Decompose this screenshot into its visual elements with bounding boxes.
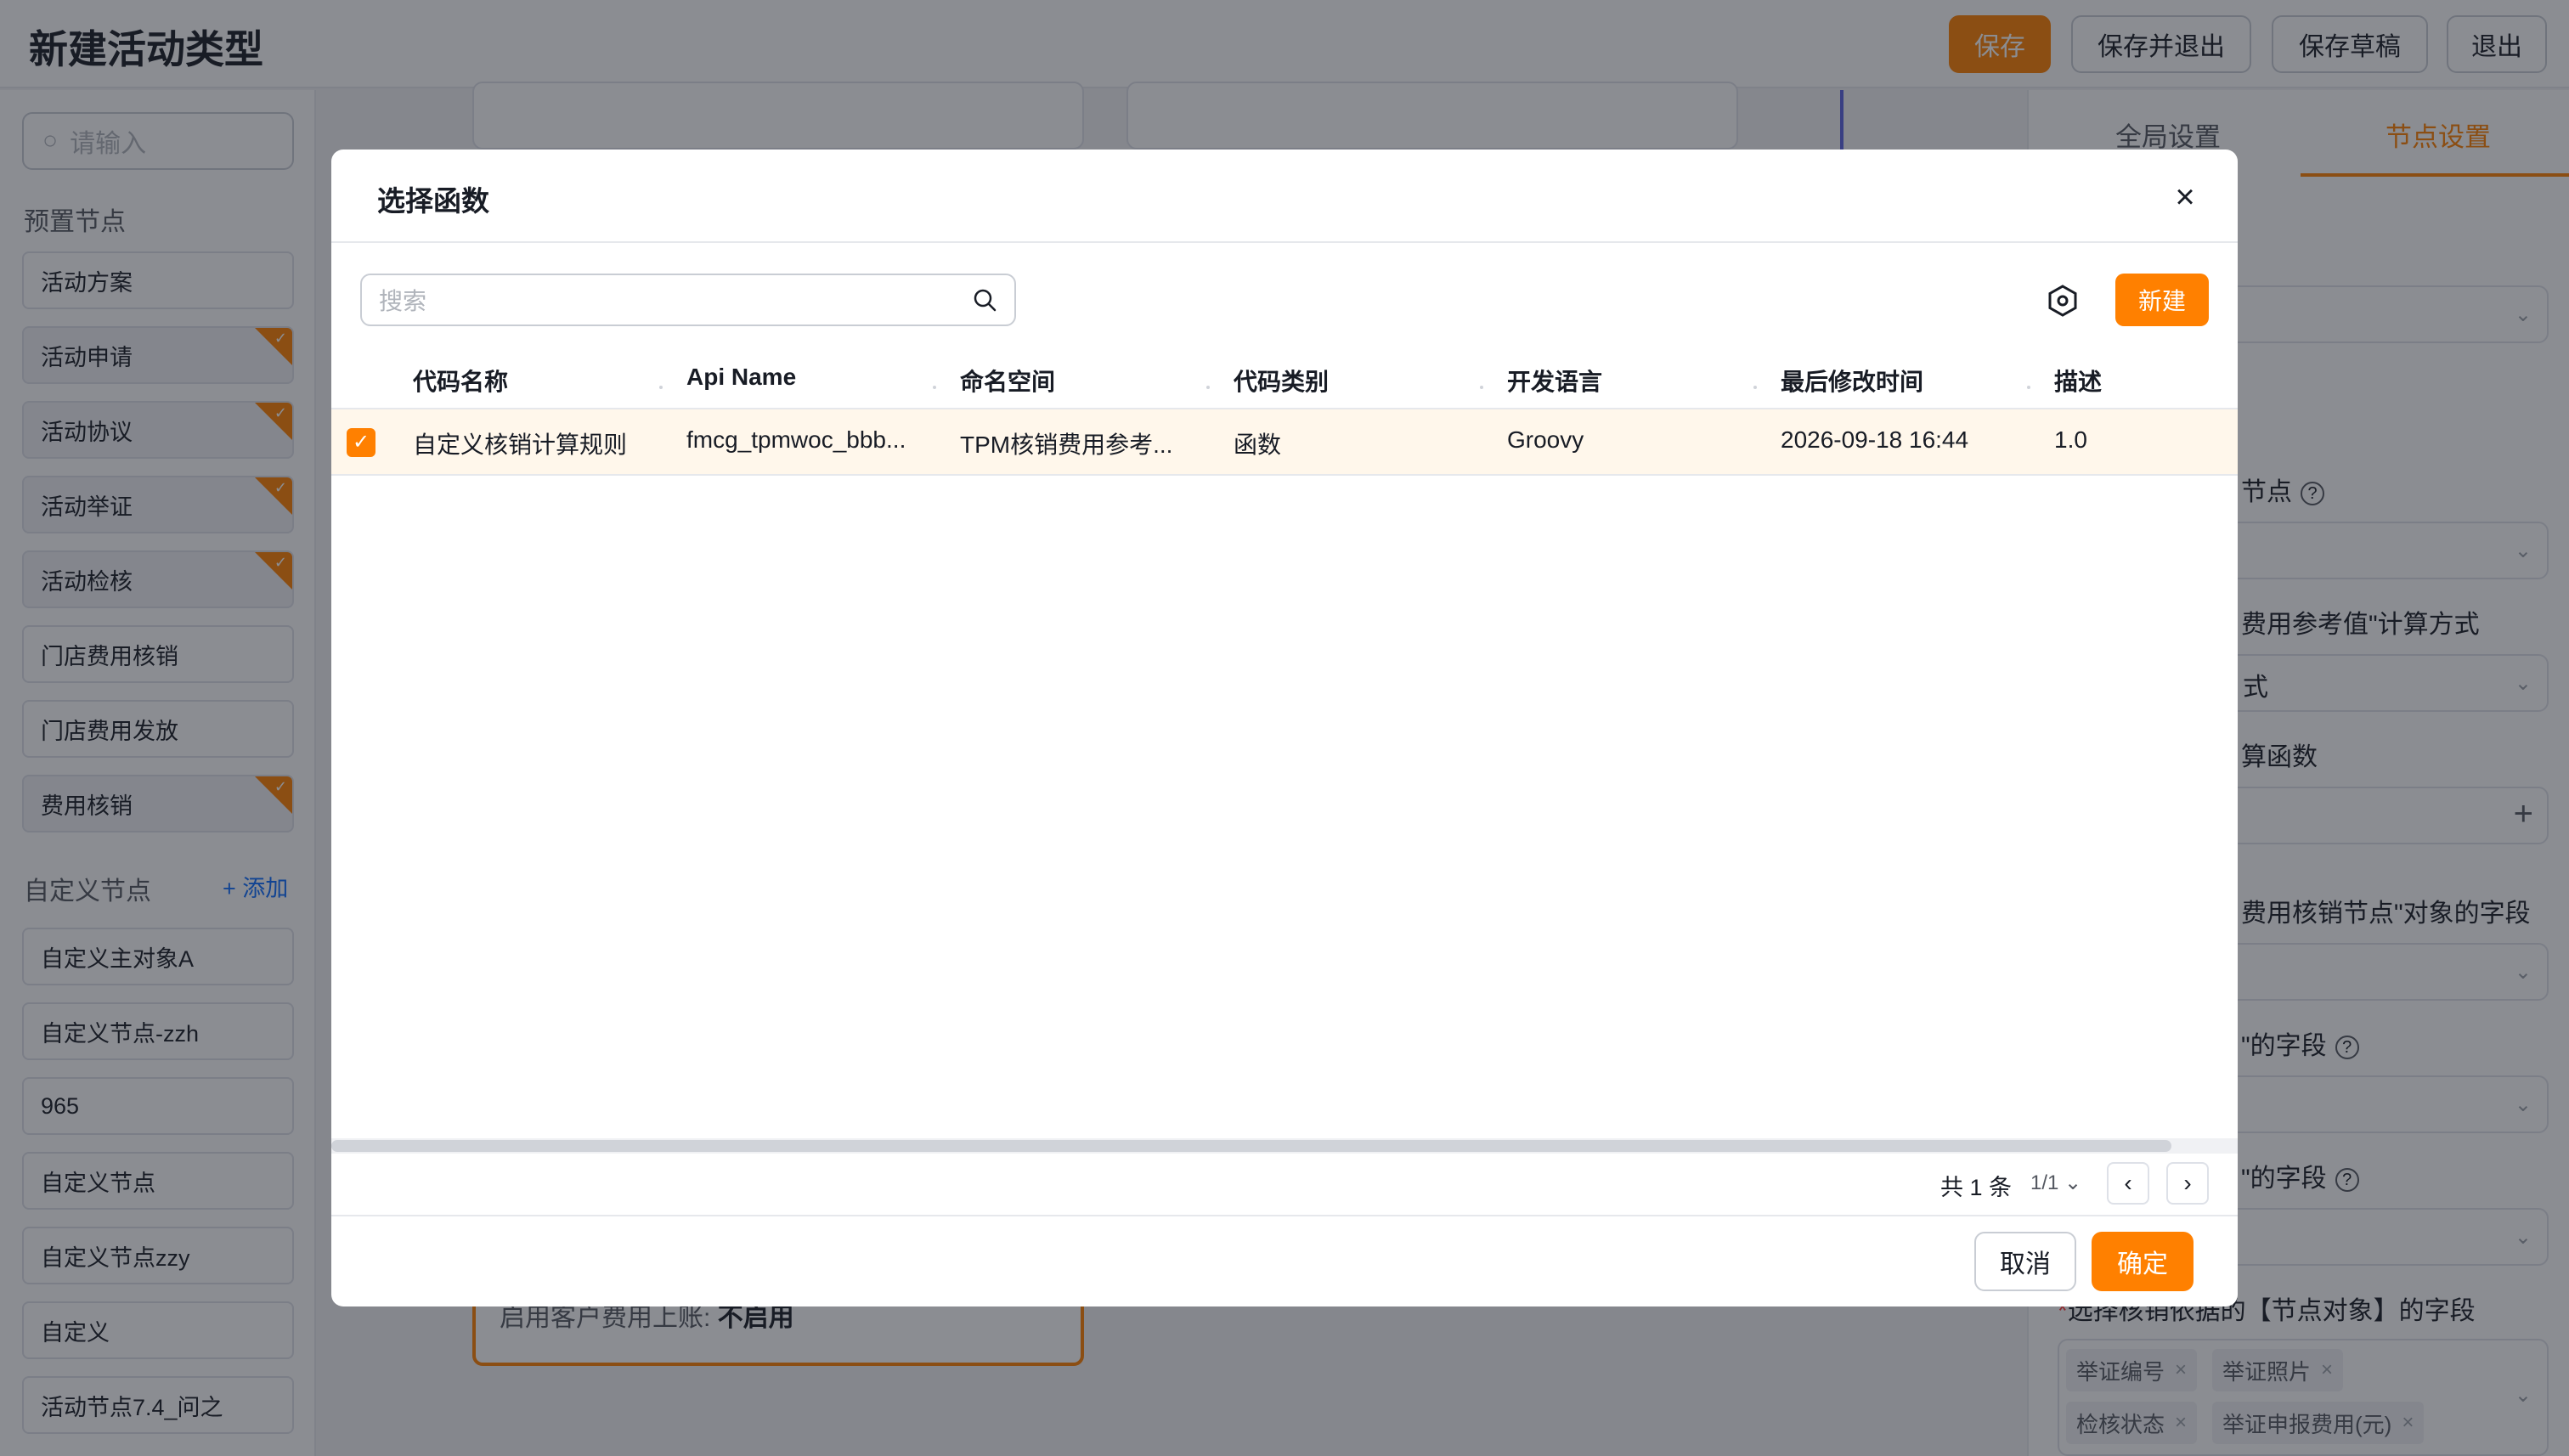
divider	[331, 1215, 2238, 1216]
column-resizer[interactable]	[659, 386, 663, 389]
column-resizer[interactable]	[933, 386, 936, 389]
cell-api-name: fmcg_tpmwoc_bbb...	[686, 426, 906, 453]
chevron-down-icon: ⌄	[2064, 1171, 2082, 1194]
column-header[interactable]: 代码名称	[413, 364, 508, 398]
column-header[interactable]: Api Name	[686, 364, 796, 391]
table-header: 代码名称 Api Name 命名空间 代码类别 开发语言 最后修改时间 描述	[331, 348, 2238, 409]
cell-category: 函数	[1234, 432, 1282, 458]
column-header[interactable]: 代码类别	[1234, 364, 1329, 398]
divider	[331, 241, 2238, 243]
search-icon[interactable]	[972, 287, 997, 313]
column-resizer[interactable]	[1480, 386, 1483, 389]
next-page-button[interactable]: ›	[2166, 1162, 2209, 1205]
column-header[interactable]: 开发语言	[1507, 364, 1602, 398]
pager-page-select[interactable]: 1/1 ⌄	[2030, 1171, 2081, 1195]
function-search-input[interactable]: 搜索	[360, 274, 1016, 326]
cancel-button[interactable]: 取消	[1974, 1232, 2076, 1291]
pager-total: 共 1 条	[1940, 1175, 2013, 1200]
close-icon[interactable]: ×	[2166, 178, 2204, 216]
new-function-button[interactable]: 新建	[2115, 274, 2209, 326]
cell-description: 1.0	[2054, 426, 2087, 453]
cell-modified-time: 2026-09-18 16:44	[1781, 426, 1969, 453]
column-resizer[interactable]	[2027, 386, 2030, 389]
prev-page-button[interactable]: ‹	[2107, 1162, 2149, 1205]
column-header[interactable]: 最后修改时间	[1781, 364, 1923, 398]
column-header[interactable]: 描述	[2054, 364, 2102, 398]
column-resizer[interactable]	[1206, 386, 1210, 389]
cell-language: Groovy	[1507, 426, 1584, 453]
select-function-dialog: 选择函数 × 搜索 新建 代码名称 Api Name 命名空间 代码类别 开发语…	[331, 150, 2238, 1306]
cell-name: 自定义核销计算规则	[413, 432, 628, 458]
scrollbar-thumb[interactable]	[331, 1140, 2171, 1152]
row-checkbox[interactable]: ✓	[347, 428, 375, 457]
confirm-button[interactable]: 确定	[2092, 1232, 2194, 1291]
column-resizer[interactable]	[1753, 386, 1757, 389]
column-settings-icon[interactable]	[2046, 284, 2080, 318]
column-header[interactable]: 命名空间	[960, 364, 1055, 398]
table-row[interactable]: ✓ 自定义核销计算规则 fmcg_tpmwoc_bbb... TPM核销费用参考…	[331, 409, 2238, 476]
cell-namespace: TPM核销费用参考...	[960, 432, 1173, 458]
dialog-title: 选择函数	[377, 185, 489, 217]
